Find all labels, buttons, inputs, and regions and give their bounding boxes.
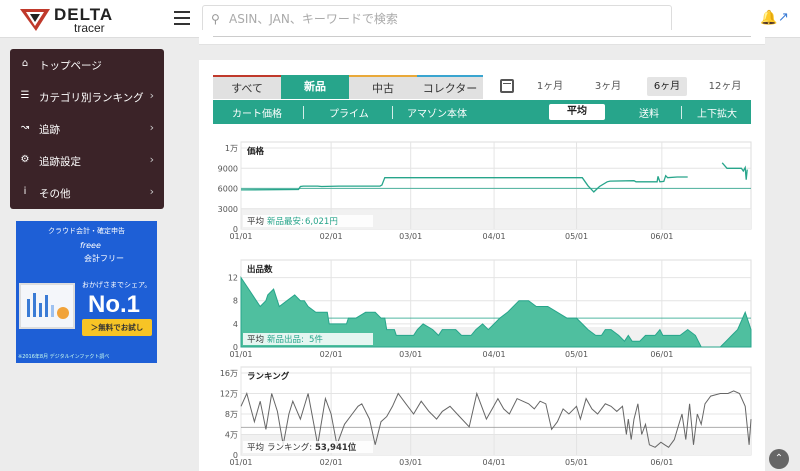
average-value: 6,021円 [305, 217, 338, 227]
ad-product: 会計フリー [84, 254, 124, 263]
sidebar-item-tracking-settings[interactable]: ⚙ 追跡設定 › [10, 145, 164, 177]
y-tick-label: 4 [233, 320, 238, 329]
ad-tagline: クラウド会計・確定申告 [48, 227, 125, 235]
average-label: ランキング: [267, 442, 312, 453]
y-tick-label: 12 [228, 274, 238, 283]
sidebar-item-category-ranking[interactable]: ☰ カテゴリ別ランキング › [10, 81, 164, 113]
cart-price-button[interactable]: カート価格 [232, 105, 282, 120]
ad-share-text: おかげさまでシェア。 [82, 281, 152, 289]
gear-icon: ⚙ [20, 154, 30, 165]
x-tick-label: 06/01 [650, 458, 673, 467]
sidebar-item-label: 追跡設定 [39, 156, 81, 168]
tab-new[interactable]: 新品 [281, 75, 349, 99]
search-input[interactable] [229, 9, 659, 29]
sidebar-item-label: 追跡 [39, 124, 60, 136]
sidebar-item-top-page[interactable]: ⌂ トップページ [10, 49, 164, 81]
chart-title: 価格 [246, 146, 265, 157]
average-label: 新品出品: [267, 334, 304, 345]
vertical-zoom-button[interactable]: 上下拡大 [697, 105, 737, 120]
ad-trial-button[interactable]: ＞無料でお試し [82, 319, 152, 336]
x-tick-label: 03/01 [399, 458, 422, 467]
ad-brand: freee [80, 241, 101, 250]
home-icon: ⌂ [21, 58, 29, 69]
x-tick-label: 02/01 [320, 458, 343, 467]
ranking-chart[interactable]: 04万8万12万16万01/01 02/01 03/01 04/01 05/01 06/0… [199, 358, 765, 471]
ad-no1: No.1 [88, 291, 141, 318]
chevron-right-icon: › [149, 185, 154, 198]
trend-chart-icon[interactable]: ↗ [778, 10, 789, 25]
chart-title: ランキング [247, 371, 290, 382]
average-value: 5件 [309, 334, 323, 345]
y-tick-label: 6000 [218, 185, 238, 194]
info-icon: i [23, 186, 27, 197]
divider [213, 36, 751, 37]
calendar-icon[interactable] [500, 79, 514, 93]
period-1-month[interactable]: 1ヶ月 [532, 77, 568, 96]
average-value: 53,941位 [315, 442, 357, 453]
x-tick-label: 01/01 [229, 458, 252, 467]
chevron-right-icon: › [149, 121, 154, 134]
average-toggle[interactable]: 平均 [549, 104, 605, 120]
x-tick-label: 04/01 [483, 232, 506, 241]
x-tick-label: 05/01 [565, 458, 588, 467]
sidebar-item-other[interactable]: i その他 › [10, 177, 164, 209]
x-tick-label: 03/01 [399, 232, 422, 241]
amazon-button[interactable]: アマゾン本体 [407, 105, 467, 120]
line-chart-icon: ↝ [20, 122, 30, 133]
logo-subtitle: tracer [74, 21, 105, 35]
tab-used[interactable]: 中古 [349, 75, 417, 99]
tab-collector[interactable]: コレクター [417, 75, 483, 99]
sidebar-item-label: その他 [39, 188, 71, 200]
price-chart[interactable]: 03000600090001万01/01 02/01 03/01 04/01 05/01… [199, 135, 765, 245]
freee-ad-banner[interactable]: クラウド会計・確定申告 freee 会計フリー おかげさまでシェア。 No.1 … [16, 221, 157, 363]
separator [392, 106, 393, 119]
x-tick-label: 05/01 [565, 232, 588, 241]
chevron-right-icon: › [149, 153, 154, 166]
sidebar-item-label: カテゴリ別ランキング [39, 92, 144, 104]
search-icon: ⚲ [211, 12, 220, 26]
menu-toggle-icon[interactable] [174, 11, 190, 25]
bell-icon[interactable]: 🔔 [760, 10, 777, 26]
delta-tracer-logo[interactable]: DELTA tracer [18, 5, 148, 35]
prime-button[interactable]: プライム [329, 105, 369, 120]
x-tick-label: 04/01 [483, 458, 506, 467]
tab-all[interactable]: すべて [213, 75, 281, 99]
y-tick-label: 9000 [218, 164, 238, 173]
price-type-bar: カート価格 プライム アマゾン本体 平均 送料 上下拡大 [213, 100, 751, 124]
sidebar-item-label: トップページ [39, 60, 102, 72]
average-label: 新品最安: [267, 216, 304, 227]
period-3-months[interactable]: 3ヶ月 [590, 77, 626, 96]
sidebar-item-tracking[interactable]: ↝ 追跡 › [10, 113, 164, 145]
logo-mark-icon [20, 9, 50, 31]
scroll-to-top-button[interactable]: ⌃ [769, 449, 789, 469]
average-prefix: 平均 [247, 216, 264, 227]
period-12-months[interactable]: 12ヶ月 [704, 77, 746, 96]
y-tick-label: 3000 [218, 205, 238, 214]
ad-laptop-image [19, 283, 75, 329]
sidebar: ⌂ トップページ ☰ カテゴリ別ランキング › ↝ 追跡 › ⚙ 追跡設定 › … [10, 49, 164, 209]
y-tick-label: 8万 [225, 410, 238, 419]
y-tick-label: 16万 [220, 369, 238, 378]
x-tick-label: 01/01 [229, 232, 252, 241]
separator [303, 106, 304, 119]
previous-card [199, 30, 765, 45]
list-icon: ☰ [20, 90, 30, 101]
chart-title: 出品数 [247, 264, 273, 275]
offer-count-chart[interactable]: 0481201/01 02/01 03/01 04/01 05/01 06/01出品数平均… [199, 253, 765, 363]
average-prefix: 平均 [247, 334, 264, 345]
ad-footnote: ※2016年8月 デジタルインファクト調べ [18, 354, 110, 360]
y-tick-label: 4万 [225, 431, 238, 440]
average-prefix: 平均 [247, 442, 264, 453]
chevron-right-icon: › [149, 89, 154, 102]
x-tick-label: 06/01 [650, 232, 673, 241]
search-box: ⚲ [202, 5, 672, 33]
y-tick-label: 12万 [220, 390, 238, 399]
separator [681, 106, 682, 119]
x-tick-label: 02/01 [320, 232, 343, 241]
price-tracker-card: すべて 新品 中古 コレクター 1ヶ月 3ヶ月 6ヶ月 12ヶ月 カート価格 プ… [199, 60, 765, 471]
shipping-button[interactable]: 送料 [639, 105, 659, 120]
period-6-months[interactable]: 6ヶ月 [647, 77, 687, 96]
y-tick-label: 1万 [225, 144, 238, 153]
y-tick-label: 8 [233, 297, 238, 306]
